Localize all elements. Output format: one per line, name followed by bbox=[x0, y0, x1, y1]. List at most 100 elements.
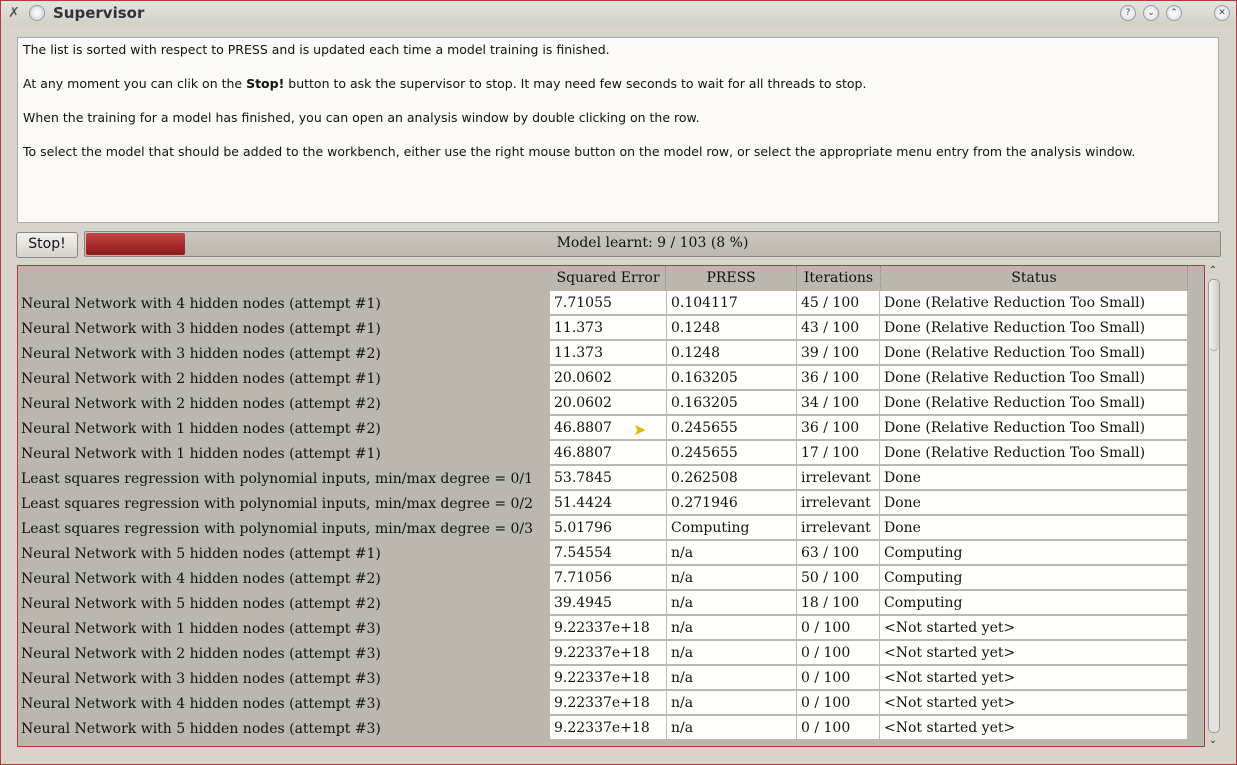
table-row[interactable]: Neural Network with 1 hidden nodes (atte… bbox=[18, 616, 1204, 641]
vertical-scrollbar[interactable]: ⌃ ⌄ bbox=[1205, 265, 1221, 747]
table-row[interactable]: Neural Network with 5 hidden nodes (atte… bbox=[18, 591, 1204, 616]
row-press: 0.163205 bbox=[667, 391, 797, 415]
row-squared-error: 9.22337e+18 bbox=[550, 666, 667, 690]
row-model-name: Neural Network with 2 hidden nodes (atte… bbox=[21, 396, 381, 412]
row-press: Computing bbox=[667, 516, 797, 540]
window-title: Supervisor bbox=[53, 4, 145, 22]
row-model-name: Neural Network with 4 hidden nodes (atte… bbox=[21, 696, 381, 712]
table-row[interactable]: Least squares regression with polynomial… bbox=[18, 466, 1204, 491]
header-press[interactable]: PRESS bbox=[666, 266, 797, 290]
table-header: Squared Error PRESS Iterations Status bbox=[18, 266, 1204, 290]
app-icon[interactable]: ✗ bbox=[5, 4, 23, 22]
sticky-icon[interactable] bbox=[29, 5, 45, 21]
table-row[interactable]: Neural Network with 5 hidden nodes (atte… bbox=[18, 541, 1204, 566]
row-press: n/a bbox=[667, 666, 797, 690]
row-status: Done bbox=[880, 466, 1188, 490]
progress-text: Model learnt: 9 / 103 (8 %) bbox=[556, 235, 749, 251]
row-model-name: Neural Network with 5 hidden nodes (atte… bbox=[21, 721, 381, 737]
row-iterations: 50 / 100 bbox=[797, 566, 880, 590]
row-status: <Not started yet> bbox=[880, 716, 1188, 740]
table-row[interactable]: Neural Network with 4 hidden nodes (atte… bbox=[18, 291, 1204, 316]
row-model-name: Least squares regression with polynomial… bbox=[21, 471, 534, 487]
row-squared-error: 20.0602 bbox=[550, 366, 667, 390]
row-press: 0.271946 bbox=[667, 491, 797, 515]
row-status: Done (Relative Reduction Too Small) bbox=[880, 366, 1188, 390]
row-model-name: Neural Network with 2 hidden nodes (atte… bbox=[21, 371, 381, 387]
header-squared-error[interactable]: Squared Error bbox=[551, 266, 666, 290]
close-icon[interactable]: ✕ bbox=[1214, 5, 1230, 21]
row-status: <Not started yet> bbox=[880, 641, 1188, 665]
row-status: Done (Relative Reduction Too Small) bbox=[880, 341, 1188, 365]
row-iterations: 0 / 100 bbox=[797, 641, 880, 665]
row-squared-error: 5.01796 bbox=[550, 516, 667, 540]
row-press: n/a bbox=[667, 716, 797, 740]
table-row[interactable]: Least squares regression with polynomial… bbox=[18, 516, 1204, 541]
row-status: Done (Relative Reduction Too Small) bbox=[880, 291, 1188, 315]
row-iterations: irrelevant bbox=[797, 491, 880, 515]
scroll-down-icon[interactable]: ⌄ bbox=[1205, 735, 1221, 747]
row-iterations: 0 / 100 bbox=[797, 666, 880, 690]
table-row[interactable]: Neural Network with 4 hidden nodes (atte… bbox=[18, 691, 1204, 716]
row-squared-error: 11.373 bbox=[550, 316, 667, 340]
info-line-4: To select the model that should be added… bbox=[23, 144, 1136, 159]
header-status[interactable]: Status bbox=[881, 266, 1188, 290]
row-squared-error: 46.8807 bbox=[550, 441, 667, 465]
table-row[interactable]: Neural Network with 2 hidden nodes (atte… bbox=[18, 391, 1204, 416]
row-status: Done (Relative Reduction Too Small) bbox=[880, 441, 1188, 465]
row-squared-error: 7.71055 bbox=[550, 291, 667, 315]
row-press: n/a bbox=[667, 641, 797, 665]
row-press: n/a bbox=[667, 591, 797, 615]
table-row[interactable]: Neural Network with 3 hidden nodes (atte… bbox=[18, 666, 1204, 691]
row-press: n/a bbox=[667, 616, 797, 640]
row-iterations: 18 / 100 bbox=[797, 591, 880, 615]
table-row[interactable]: Neural Network with 3 hidden nodes (atte… bbox=[18, 341, 1204, 366]
row-iterations: 63 / 100 bbox=[797, 541, 880, 565]
table-row[interactable]: Neural Network with 3 hidden nodes (atte… bbox=[18, 316, 1204, 341]
table-row[interactable]: Least squares regression with polynomial… bbox=[18, 491, 1204, 516]
table-row[interactable]: Neural Network with 2 hidden nodes (atte… bbox=[18, 366, 1204, 391]
row-squared-error: 7.54554 bbox=[550, 541, 667, 565]
row-status: <Not started yet> bbox=[880, 691, 1188, 715]
stop-button[interactable]: Stop! bbox=[16, 232, 78, 258]
row-press: n/a bbox=[667, 691, 797, 715]
row-squared-error: 20.0602 bbox=[550, 391, 667, 415]
row-model-name: Neural Network with 1 hidden nodes (atte… bbox=[21, 621, 381, 637]
row-squared-error: 46.8807 bbox=[550, 416, 667, 440]
table-row[interactable]: Neural Network with 4 hidden nodes (atte… bbox=[18, 566, 1204, 591]
row-iterations: 0 / 100 bbox=[797, 691, 880, 715]
row-model-name: Neural Network with 2 hidden nodes (atte… bbox=[21, 646, 381, 662]
row-squared-error: 11.373 bbox=[550, 341, 667, 365]
row-status: Computing bbox=[880, 591, 1188, 615]
row-iterations: 34 / 100 bbox=[797, 391, 880, 415]
models-table: Squared Error PRESS Iterations Status Ne… bbox=[17, 265, 1205, 747]
table-row[interactable]: Neural Network with 1 hidden nodes (atte… bbox=[18, 441, 1204, 466]
header-iterations[interactable]: Iterations bbox=[797, 266, 881, 290]
row-status: Done bbox=[880, 516, 1188, 540]
row-squared-error: 7.71056 bbox=[550, 566, 667, 590]
row-press: 0.1248 bbox=[667, 341, 797, 365]
row-model-name: Neural Network with 3 hidden nodes (atte… bbox=[21, 346, 381, 362]
row-press: 0.262508 bbox=[667, 466, 797, 490]
scroll-thumb[interactable] bbox=[1209, 280, 1219, 351]
row-model-name: Least squares regression with polynomial… bbox=[21, 496, 534, 512]
row-model-name: Neural Network with 4 hidden nodes (atte… bbox=[21, 296, 381, 312]
row-iterations: 0 / 100 bbox=[797, 716, 880, 740]
minimize-icon[interactable]: ⌄ bbox=[1143, 5, 1159, 21]
help-icon[interactable]: ? bbox=[1120, 5, 1136, 21]
maximize-icon[interactable]: ⌃ bbox=[1166, 5, 1182, 21]
table-row[interactable]: Neural Network with 2 hidden nodes (atte… bbox=[18, 641, 1204, 666]
row-press: n/a bbox=[667, 566, 797, 590]
row-status: Done bbox=[880, 491, 1188, 515]
table-row[interactable]: Neural Network with 5 hidden nodes (atte… bbox=[18, 716, 1204, 741]
title-bar[interactable]: ✗ Supervisor ? ⌄ ⌃ ✕ bbox=[1, 1, 1236, 25]
info-line-1: The list is sorted with respect to PRESS… bbox=[23, 42, 610, 57]
row-iterations: irrelevant bbox=[797, 466, 880, 490]
table-row[interactable]: Neural Network with 1 hidden nodes (atte… bbox=[18, 416, 1204, 441]
info-text-box[interactable]: The list is sorted with respect to PRESS… bbox=[17, 37, 1219, 223]
scroll-track[interactable] bbox=[1208, 279, 1220, 733]
row-iterations: 0 / 100 bbox=[797, 616, 880, 640]
row-model-name: Neural Network with 3 hidden nodes (atte… bbox=[21, 321, 381, 337]
scroll-up-icon[interactable]: ⌃ bbox=[1205, 265, 1221, 277]
row-squared-error: 51.4424 bbox=[550, 491, 667, 515]
row-iterations: 36 / 100 bbox=[797, 366, 880, 390]
